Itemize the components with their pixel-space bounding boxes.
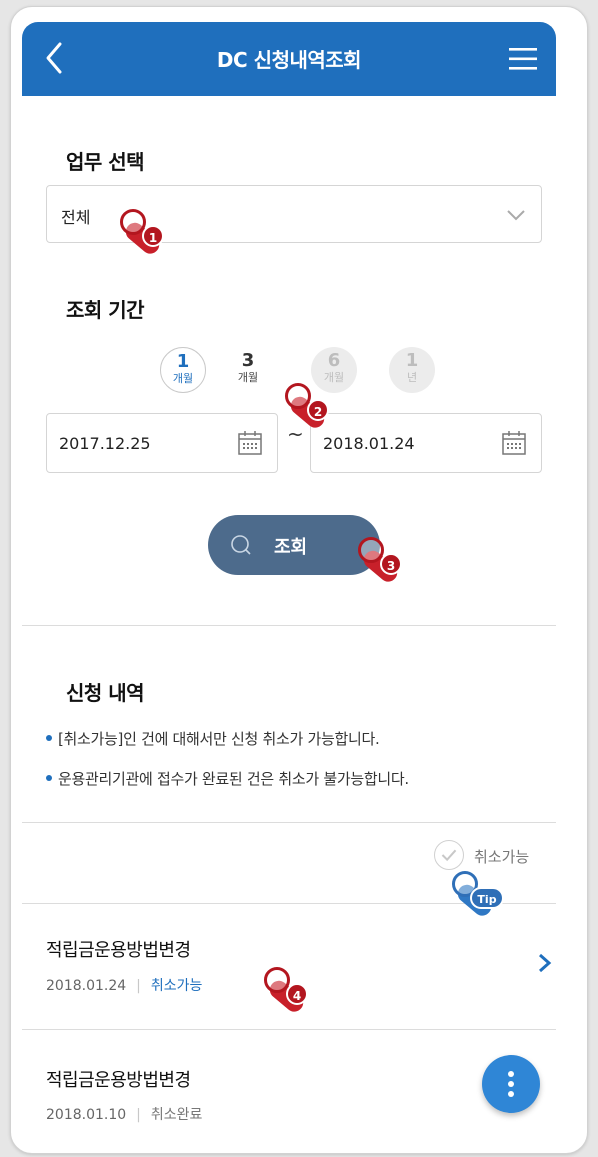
chevron-right-icon[interactable]: [536, 952, 554, 974]
history-note-text: 운용관리기관에 접수가 완료된 건은 취소가 불가능합니다.: [58, 770, 409, 788]
period-option-unit: 개월: [172, 372, 194, 385]
cancelable-filter-label: 취소가능: [474, 848, 530, 866]
period-option-unit: 개월: [237, 371, 259, 384]
tutorial-marker-1: 1: [120, 209, 172, 258]
period-option-number: 3: [241, 350, 255, 371]
tutorial-marker-2: 2: [285, 383, 337, 432]
period-option-1-year[interactable]: 1 년: [389, 347, 435, 393]
meta-separator: |: [136, 978, 141, 994]
end-date-field[interactable]: 2018.01.24: [310, 413, 542, 473]
meta-separator: |: [136, 1107, 141, 1123]
marker-number: 3: [380, 553, 402, 575]
app-header: DC 신청내역조회: [22, 22, 556, 96]
search-icon: [231, 535, 251, 555]
tutorial-marker-tip: Tip: [452, 871, 504, 920]
history-note-text: [취소가능]인 건에 대해서만 신청 취소가 가능합니다.: [58, 730, 380, 748]
page-title: DC 신청내역조회: [216, 48, 362, 72]
item-status: 취소가능: [150, 978, 203, 994]
history-note: [취소가능]인 건에 대해서만 신청 취소가 가능합니다.: [46, 728, 380, 749]
period-label: 조회 기간: [66, 298, 145, 322]
history-note: 운용관리기관에 접수가 완료된 건은 취소가 불가능합니다.: [46, 768, 409, 789]
chevron-down-icon: [507, 210, 525, 221]
item-date: 2018.01.10: [46, 1107, 127, 1123]
period-option-1-month[interactable]: 1 개월: [160, 347, 206, 393]
more-dot-icon: [508, 1091, 514, 1097]
period-option-number: 6: [327, 350, 341, 371]
item-title: 적립금운용방법변경: [46, 1070, 191, 1091]
history-label: 신청 내역: [66, 681, 145, 705]
item-meta: 2018.01.24 | 취소가능: [46, 975, 202, 995]
calendar-icon[interactable]: [237, 430, 263, 456]
marker-number: 1: [142, 225, 164, 247]
check-circle-icon: [434, 840, 464, 870]
bullet-icon: [46, 734, 52, 741]
more-actions-fab[interactable]: [482, 1055, 540, 1113]
section-divider: [22, 625, 556, 626]
period-option-number: 1: [176, 351, 190, 372]
section-divider: [22, 822, 556, 823]
list-divider: [22, 1029, 556, 1030]
start-date-field[interactable]: 2017.12.25: [46, 413, 278, 473]
bullet-icon: [46, 774, 52, 781]
tutorial-marker-4: 4: [264, 967, 316, 1016]
period-option-number: 1: [405, 350, 419, 371]
marker-tip-label: Tip: [470, 887, 504, 909]
task-select-label: 업무 선택: [66, 150, 145, 174]
task-select-value: 전체: [61, 208, 91, 227]
search-button[interactable]: 조회: [208, 515, 380, 575]
marker-number: 4: [286, 983, 308, 1005]
calendar-icon[interactable]: [501, 430, 527, 456]
tutorial-marker-3: 3: [358, 537, 410, 586]
more-dot-icon: [508, 1081, 514, 1087]
item-title: 적립금운용방법변경: [46, 940, 191, 961]
item-meta: 2018.01.10 | 취소완료: [46, 1104, 202, 1124]
item-status: 취소완료: [150, 1107, 203, 1123]
end-date-value: 2018.01.24: [323, 434, 415, 453]
item-date: 2018.01.24: [46, 978, 127, 994]
start-date-value: 2017.12.25: [59, 434, 151, 453]
more-dot-icon: [508, 1071, 514, 1077]
hamburger-menu-icon[interactable]: [508, 46, 538, 72]
marker-number: 2: [307, 399, 329, 421]
period-option-3-month[interactable]: 3 개월: [225, 347, 271, 393]
period-option-unit: 년: [406, 371, 418, 384]
search-button-label: 조회: [274, 537, 308, 558]
cancelable-filter-toggle[interactable]: 취소가능: [434, 840, 554, 870]
